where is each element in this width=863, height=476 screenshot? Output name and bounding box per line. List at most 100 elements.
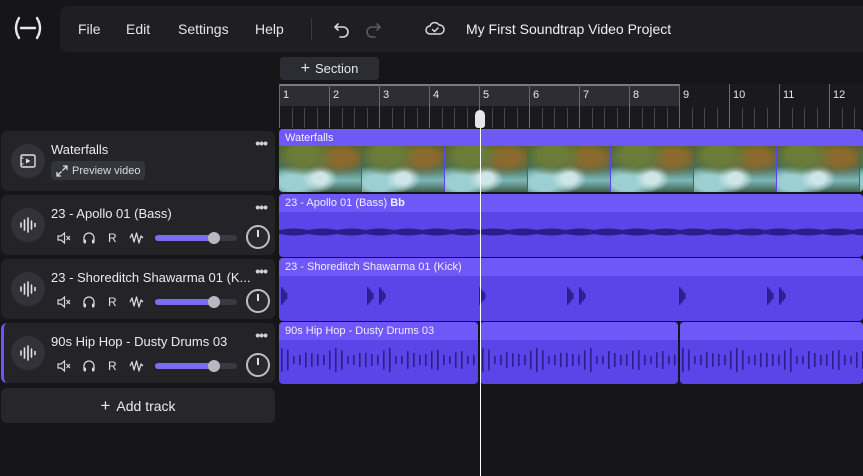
waveform-bar [731,229,733,235]
waveform-bar [291,228,293,236]
audio-clip[interactable] [480,322,678,384]
add-section-button[interactable]: + Section [280,57,379,80]
waveform-bar [515,228,517,236]
audio-clip[interactable]: 23 - Shoreditch Shawarma 01 (Kick) [279,258,863,321]
ruler-tick [704,108,705,128]
waveform-bar [665,228,667,236]
waveform-bar [718,354,720,366]
track-name[interactable]: 90s Hip Hop - Dusty Drums 03 [51,334,251,349]
menu-settings[interactable]: Settings [178,21,229,37]
volume-fill [155,299,215,305]
more-icon[interactable]: ••• [255,135,268,151]
waveform-bar [380,289,383,303]
waveform-bar [651,229,653,235]
waveform-bar [832,350,834,370]
soundtrap-logo-icon[interactable] [10,14,46,42]
waveform-bar [525,228,527,236]
volume-handle[interactable] [208,360,221,372]
track-name[interactable]: 23 - Shoreditch Shawarma 01 (K... [51,270,251,285]
waveform-bar [331,229,333,235]
waveform-bar [373,228,375,236]
bar-number: 5 [483,89,490,101]
track-header-audio-selected[interactable]: 90s Hip Hop - Dusty Drums 03 R ••• [1,323,275,383]
pan-knob[interactable] [246,353,270,377]
effects-icon[interactable] [129,294,145,310]
waveform-bar [445,229,447,235]
record-arm-button[interactable]: R [108,230,117,246]
menu-file[interactable]: File [78,21,101,37]
waveform-bar [790,348,792,372]
waveform-bar [441,228,443,236]
volume-slider[interactable] [155,360,237,372]
volume-slider[interactable] [155,232,237,244]
add-track-button[interactable]: + Add track [1,388,275,423]
waveform-bar [305,229,307,235]
audio-clip[interactable]: 90s Hip Hop - Dusty Drums 03 [279,322,478,384]
timeline-ruler[interactable]: 1 2 3 4 5 6 7 8 9 10 11 12 [279,84,863,128]
volume-handle[interactable] [208,296,221,308]
more-icon[interactable]: ••• [255,263,268,279]
waveform-bar [385,228,387,236]
waveform-bar [838,349,840,371]
waveform-bar [615,228,617,236]
waveform-bar [715,228,717,236]
waveform-bar [793,229,795,235]
waveform-bar [357,228,359,236]
record-arm-button[interactable]: R [108,294,117,310]
project-title[interactable]: My First Soundtrap Video Project [466,21,671,37]
waveform-bar [595,229,597,235]
redo-icon[interactable] [363,19,383,39]
waveform-bar [495,228,497,236]
effects-icon[interactable] [129,230,145,246]
track-header-audio[interactable]: 23 - Apollo 01 (Bass) R ••• [1,195,275,255]
mute-icon[interactable] [57,230,71,246]
more-icon[interactable]: ••• [255,327,268,343]
waveform-bar [359,352,361,368]
ruler-tick [279,84,280,128]
solo-icon[interactable] [82,358,96,374]
waveform-bar [433,228,435,236]
waveform-bar [509,229,511,235]
volume-slider[interactable] [155,296,237,308]
waveform-bar [295,228,297,236]
waveform-bar [754,355,756,365]
pan-knob[interactable] [246,289,270,313]
waveform-bar [313,229,315,235]
waveform-bar [569,229,571,235]
cloud-saved-icon[interactable] [425,19,445,39]
pan-knob[interactable] [246,225,270,249]
bar-number: 8 [633,89,640,101]
track-header-video[interactable]: Waterfalls Preview video ••• [1,131,275,191]
waveform-bar [427,229,429,235]
mute-icon[interactable] [57,294,71,310]
menu-help[interactable]: Help [255,21,284,37]
waveform-bar [645,229,647,235]
track-name[interactable]: Waterfalls [51,142,251,157]
audio-clip[interactable]: 23 - Apollo 01 (Bass) Bb [279,194,863,257]
waveform-bar [701,229,703,235]
track-header-audio[interactable]: 23 - Shoreditch Shawarma 01 (K... R ••• [1,259,275,319]
waveform-bar [457,228,459,236]
menu-edit[interactable]: Edit [126,21,150,37]
record-arm-button[interactable]: R [108,358,117,374]
waveform-bar [826,354,828,366]
waveform-bar [711,229,713,235]
waveform-bar [856,352,858,368]
effects-icon[interactable] [129,358,145,374]
playhead-handle[interactable] [475,110,485,128]
track-name[interactable]: 23 - Apollo 01 (Bass) [51,206,251,221]
video-clip[interactable]: Waterfalls [279,129,863,192]
volume-handle[interactable] [208,232,221,244]
bar-number: 1 [283,89,290,101]
more-icon[interactable]: ••• [255,199,268,215]
waveform-bar [632,350,634,370]
undo-icon[interactable] [332,19,352,39]
solo-icon[interactable] [82,230,96,246]
audio-clip[interactable] [680,322,863,384]
waveform-bar [311,353,313,367]
preview-video-button[interactable]: Preview video [51,161,146,180]
waveform-bar [602,355,604,365]
solo-icon[interactable] [82,294,96,310]
waveform-bar [772,354,774,366]
mute-icon[interactable] [57,358,71,374]
